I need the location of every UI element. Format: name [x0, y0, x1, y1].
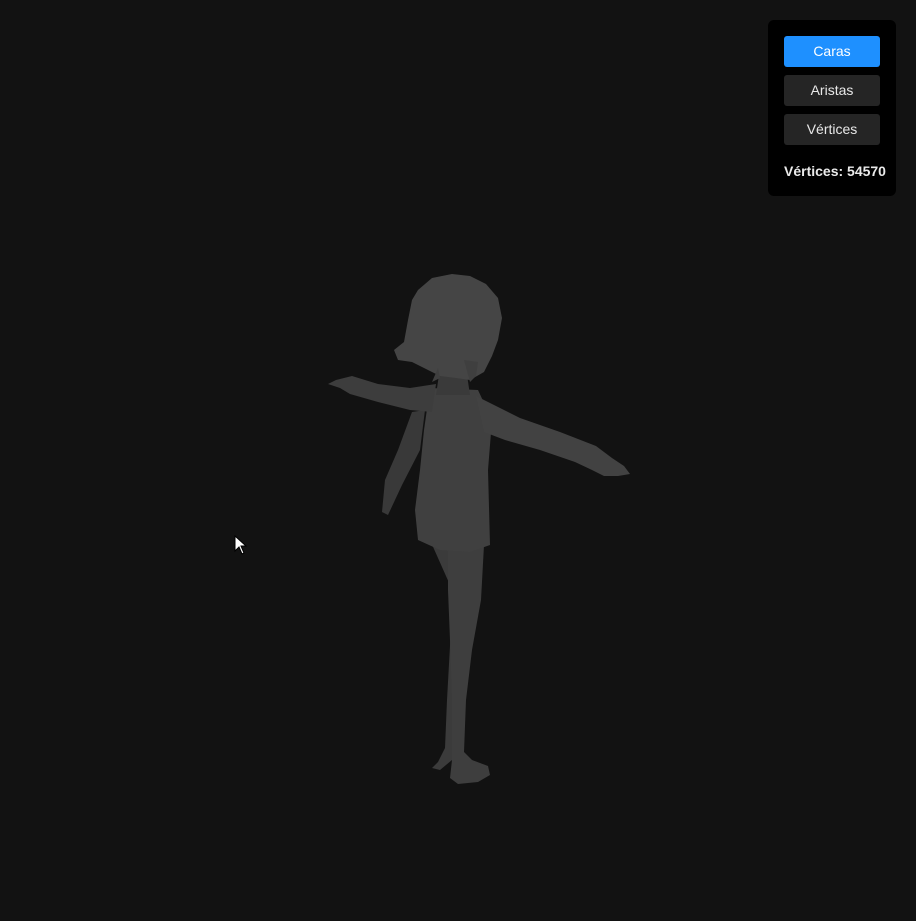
- faces-button[interactable]: Caras: [784, 36, 880, 67]
- mouse-cursor-icon: [234, 535, 248, 555]
- right-leg: [448, 545, 490, 784]
- left-arm: [328, 376, 436, 412]
- vertex-count-label: Vértices: 54570: [784, 163, 886, 179]
- edges-button[interactable]: Aristas: [784, 75, 880, 106]
- vertices-button[interactable]: Vértices: [784, 114, 880, 145]
- right-arm: [476, 396, 630, 476]
- head-hair: [394, 274, 502, 380]
- render-mode-panel: Caras Aristas Vértices Vértices: 54570: [768, 20, 896, 196]
